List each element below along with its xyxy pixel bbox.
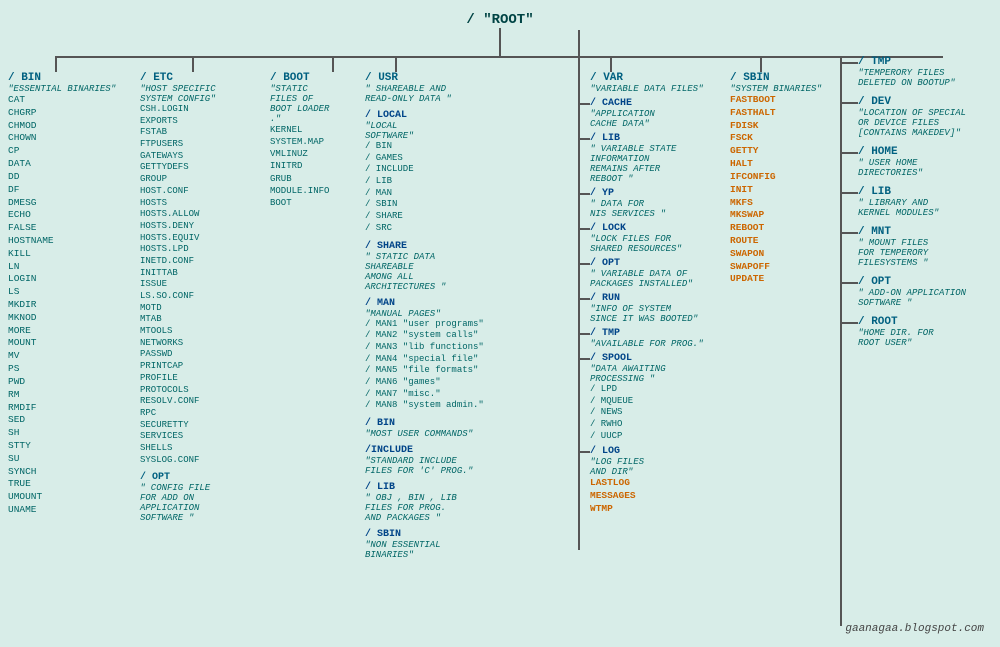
usr-share: / SHARE " STATIC DATASHAREABLEAMONG ALLA… xyxy=(365,241,484,292)
bin-title: / BIN xyxy=(8,72,116,84)
var-spool: / SPOOL "DATA AWAITINGPROCESSING " / LPD… xyxy=(590,353,703,442)
var-opt: / OPT " VARIABLE DATA OFPACKAGES INSTALL… xyxy=(590,258,703,289)
usr-bin: / BIN "MOST USER COMMANDS" xyxy=(365,418,484,439)
var-log: / LOG "LOG FILESAND DIR" LASTLOGMESSAGES… xyxy=(590,446,703,515)
var-yp: / YP " DATA FORNIS SERVICES " xyxy=(590,188,703,219)
home-section: / HOME " USER HOMEDIRECTORIES" xyxy=(858,146,966,178)
sbin-desc: "SYSTEM BINARIES" xyxy=(730,84,822,94)
etc-section: / ETC "HOST SPECIFICSYSTEM CONFIG" CSH.L… xyxy=(140,14,216,523)
var-cache: / CACHE "APPLICATIONCACHE DATA" xyxy=(590,98,703,129)
sbin-items: FASTBOOTFASTHALTFDISKFSCKGETTYHALTIFCONF… xyxy=(730,94,822,286)
bin-desc: "ESSENTIAL BINARIES" xyxy=(8,84,116,94)
usr-desc: " SHAREABLE ANDREAD-ONLY DATA " xyxy=(365,84,484,104)
var-title: / VAR xyxy=(590,72,703,84)
usr-sbin: / SBIN "NON ESSENTIALBINARIES" xyxy=(365,529,484,560)
boot-section: / BOOT "STATIC FILES OFBOOT LOADER ." KE… xyxy=(270,72,329,209)
var-lock: / LOCK "LOCK FILES FORSHARED RESOURCES" xyxy=(590,223,703,254)
root-section: / ROOT "HOME DIR. FORROOT USER" xyxy=(858,316,966,348)
bin-items: CATCHGRPCHMODCHOWNCPDATADDDFDMESGECHOFAL… xyxy=(8,94,116,517)
var-desc: "VARIABLE DATA FILES" xyxy=(590,84,703,94)
watermark: gaanagaa.blogspot.com xyxy=(845,623,984,635)
sbin-section: / SBIN "SYSTEM BINARIES" FASTBOOTFASTHAL… xyxy=(730,14,822,286)
etc-items: CSH.LOGINEXPORTSFSTABFTPUSERSGATEWAYSGET… xyxy=(140,104,216,466)
usr-lib: / LIB " OBJ , BIN , LIBFILES FOR PROG.AN… xyxy=(365,482,484,523)
usr-local: / LOCAL "LOCALSOFTWARE" / BIN/ GAMES/ IN… xyxy=(365,110,484,235)
dev-section: / DEV "LOCATION OF SPECIALOR DEVICE FILE… xyxy=(858,96,966,138)
sbin-title: / SBIN xyxy=(730,72,822,84)
var-tmp: / TMP "AVAILABLE FOR PROG." xyxy=(590,328,703,349)
etc-desc: "HOST SPECIFICSYSTEM CONFIG" xyxy=(140,84,216,104)
var-lib: / LIB " VARIABLE STATEINFORMATIONREMAINS… xyxy=(590,133,703,184)
usr-title: / USR xyxy=(365,72,484,84)
var-section: / VAR "VARIABLE DATA FILES" / CACHE "APP… xyxy=(590,14,703,516)
page-container: / "ROOT" / BIN "ESSENTIAL BINARIES" CATC… xyxy=(0,0,1000,647)
var-run: / RUN "INFO OF SYSTEMSINCE IT WAS BOOTED… xyxy=(590,293,703,324)
usr-section: / USR " SHAREABLE ANDREAD-ONLY DATA " / … xyxy=(365,14,484,560)
root-vline xyxy=(499,28,501,56)
usr-man: / MAN "MANUAL PAGES" / MAN1 "user progra… xyxy=(365,298,484,413)
etc-opt: / OPT " CONFIG FILEFOR ADD ONAPPLICATION… xyxy=(140,472,216,523)
usr-include: /INCLUDE "STANDARD INCLUDEFILES FOR 'C' … xyxy=(365,445,484,476)
right-nodes: / TMP "TEMPERORY FILESDELETED ON BOOTUP"… xyxy=(858,56,966,356)
bin-section: / BIN "ESSENTIAL BINARIES" CATCHGRPCHMOD… xyxy=(8,14,116,517)
mnt-section: / MNT " MOUNT FILESFOR TEMPERORYFILESYST… xyxy=(858,226,966,268)
tmp-section: / TMP "TEMPERORY FILESDELETED ON BOOTUP" xyxy=(858,56,966,88)
opt-section: / OPT " ADD-ON APPLICATIONSOFTWARE " xyxy=(858,276,966,308)
etc-title: / ETC xyxy=(140,72,216,84)
lib-section: / LIB " LIBRARY ANDKERNEL MODULES" xyxy=(858,186,966,218)
